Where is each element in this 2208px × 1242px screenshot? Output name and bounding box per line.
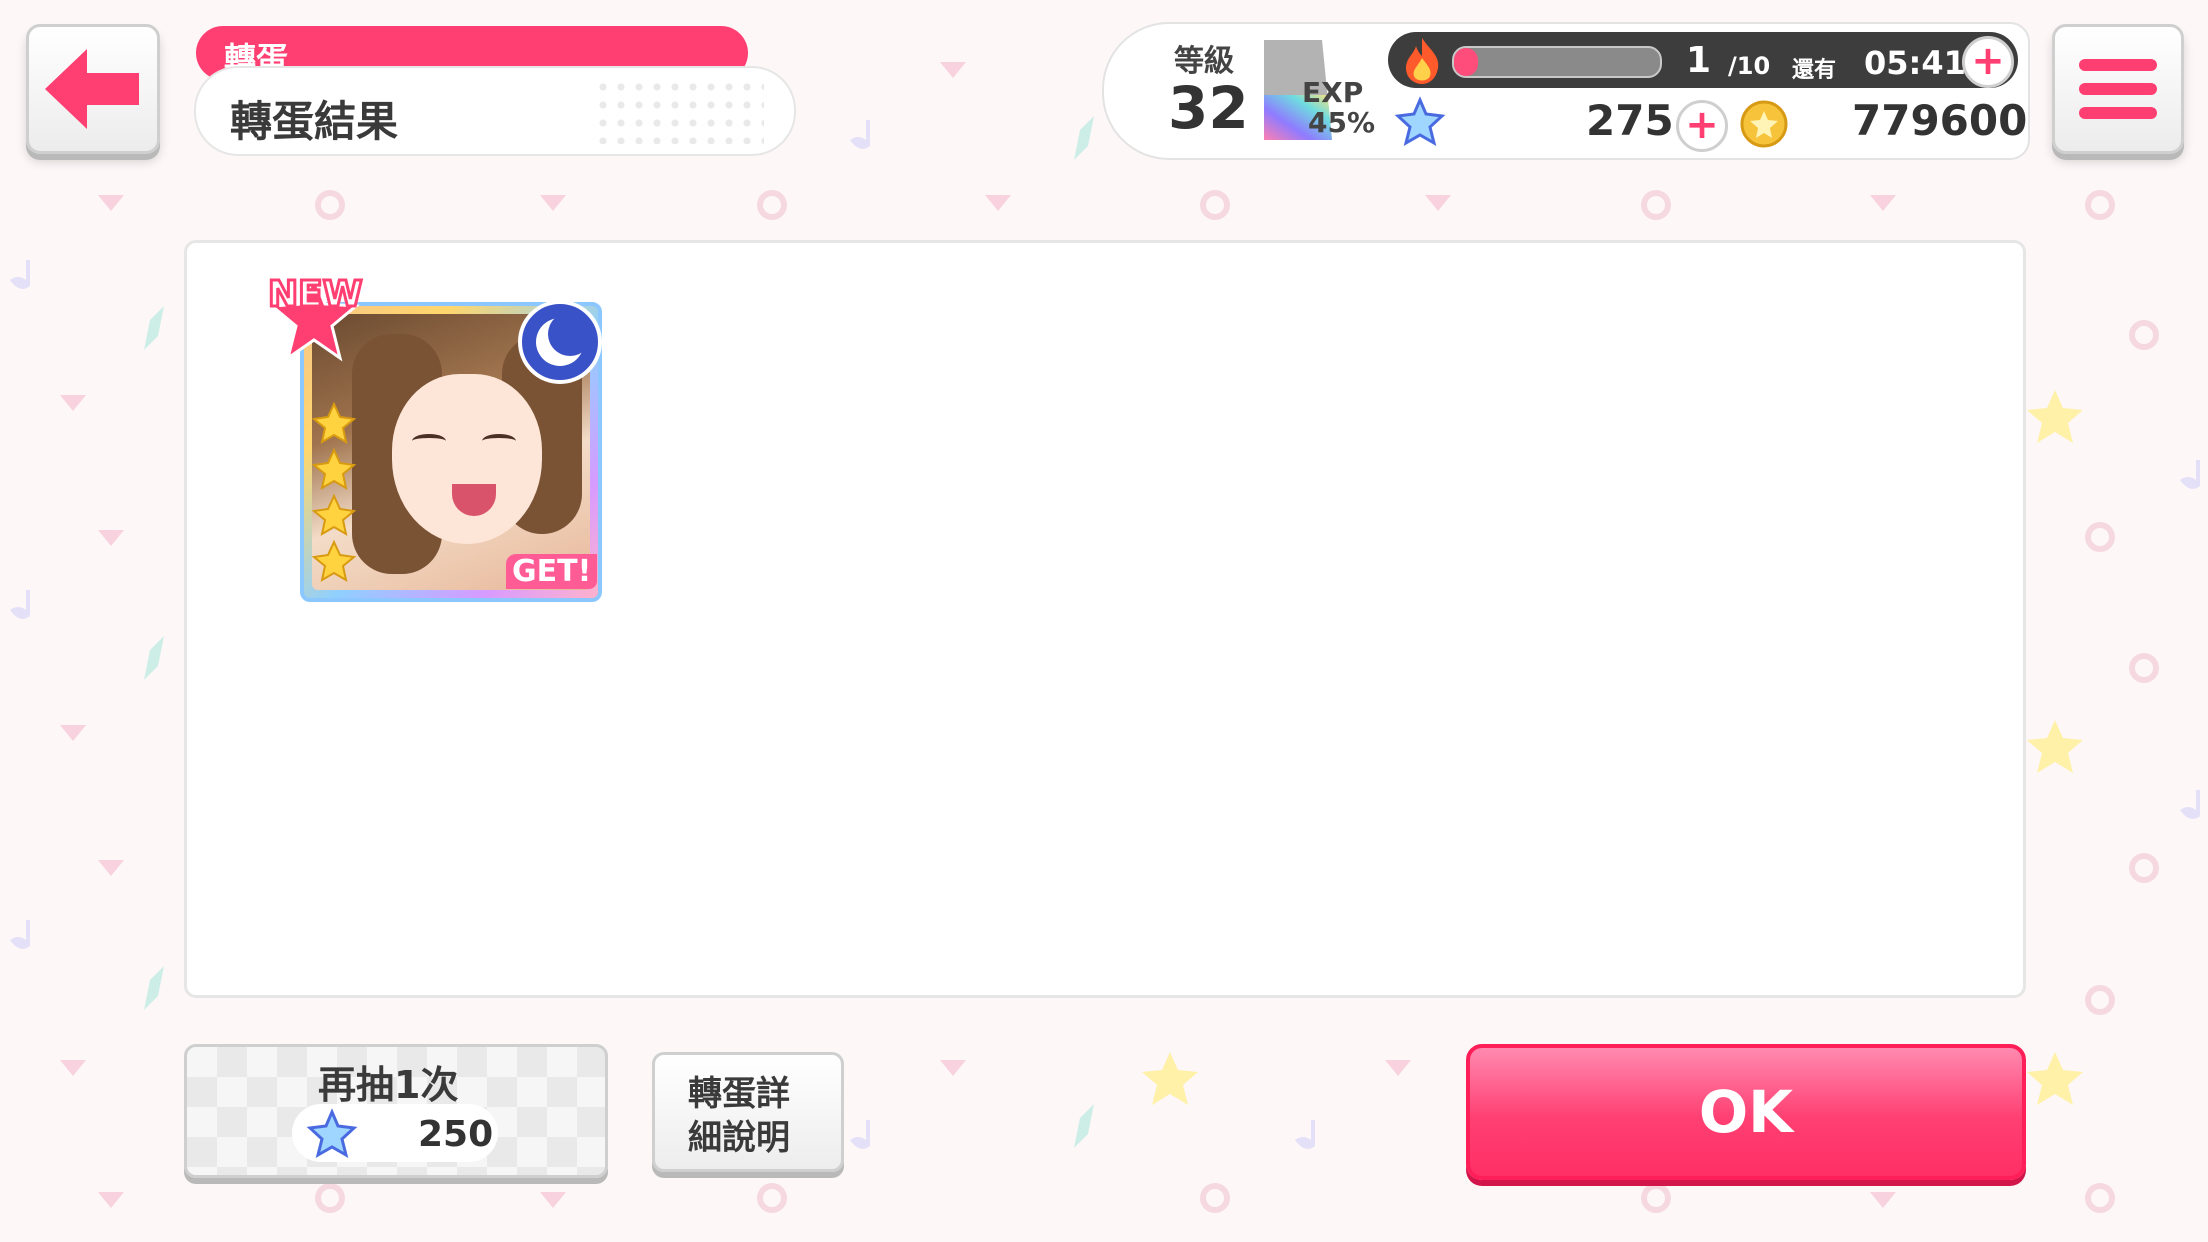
rarity-star-icon — [311, 447, 357, 491]
stamina-remaining-label: 還有 — [1792, 58, 1837, 83]
page-title-bar: 轉蛋結果 — [194, 66, 796, 156]
details-label-line1: 轉蛋詳 — [688, 1074, 790, 1114]
star-icon — [306, 1108, 358, 1159]
level-value: 32 — [1168, 74, 1249, 142]
exp-percent: 45% — [1308, 106, 1376, 139]
star-currency-value: 275 — [1586, 96, 1674, 145]
draw-again-label: 再抽1次 — [318, 1063, 459, 1107]
arrow-left-icon — [45, 49, 139, 129]
coin-icon — [1740, 100, 1788, 148]
hamburger-menu-icon — [2079, 59, 2157, 119]
stamina-fill — [1454, 48, 1478, 76]
moon-icon — [518, 300, 602, 384]
menu-button[interactable] — [2052, 24, 2184, 154]
coin-value: 779600 — [1852, 96, 2028, 145]
stamina-track — [1452, 46, 1662, 78]
costume-get-badge: GET! — [506, 554, 598, 589]
stamina-max: /10 — [1728, 52, 1771, 80]
page-title: 轉蛋結果 — [230, 97, 399, 146]
stamina-timer: 05:41 — [1864, 44, 1966, 82]
rarity-stars — [311, 402, 357, 583]
ok-button[interactable]: OK — [1466, 1044, 2026, 1180]
back-button[interactable] — [26, 24, 160, 154]
add-stamina-button[interactable]: + — [1962, 36, 2014, 88]
flame-icon — [1406, 38, 1439, 84]
new-badge: NEW — [266, 273, 363, 317]
rarity-star-icon — [311, 493, 357, 537]
rarity-star-icon — [311, 402, 357, 445]
stamina-current: 1 — [1686, 40, 1712, 81]
add-stars-button[interactable]: + — [1676, 100, 1728, 152]
details-label-line2: 細說明 — [688, 1118, 790, 1158]
title-dots-decoration — [594, 78, 764, 144]
exp-label: EXP — [1302, 76, 1364, 109]
draw-cost-value: 250 — [418, 1114, 494, 1155]
star-icon — [1394, 96, 1446, 147]
rarity-star-icon — [311, 539, 357, 583]
